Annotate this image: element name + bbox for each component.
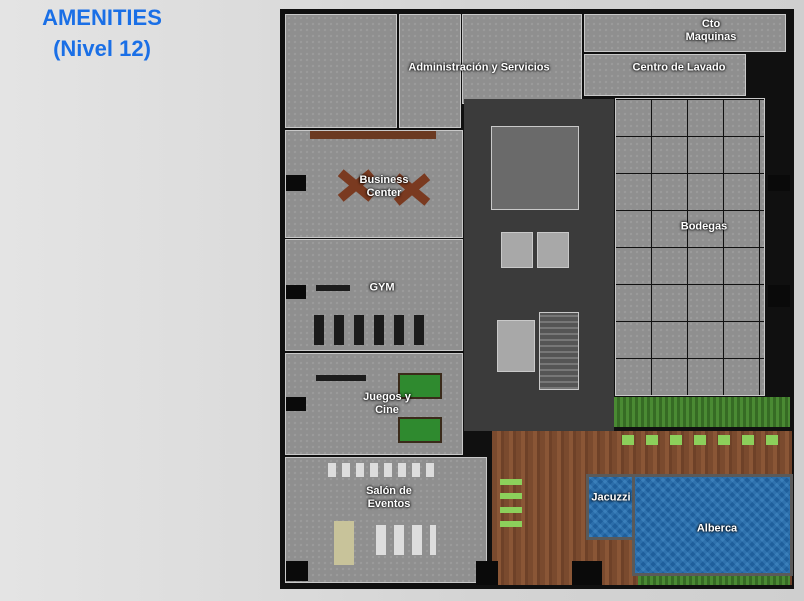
column (286, 175, 306, 191)
column (286, 397, 306, 411)
page-title: AMENITIES (42, 5, 162, 30)
column (768, 175, 790, 191)
core-restrooms (491, 126, 579, 210)
label-juegos-cine: Juegos y Cine (363, 391, 411, 416)
label-jacuzzi: Jacuzzi (591, 491, 631, 504)
room-servicios (462, 14, 582, 104)
core-stair-1 (497, 320, 535, 372)
page-subtitle: (Nivel 12) (53, 36, 151, 61)
floor-plan: Cto Maquinas Administración y Servicios … (280, 9, 794, 589)
label-gym: GYM (369, 281, 395, 294)
column (286, 285, 306, 299)
core-elevator-2 (537, 232, 569, 268)
label-centro-lavado: Centro de Lavado (632, 61, 726, 74)
room-gym-locker (285, 14, 397, 128)
label-bodegas: Bodegas (680, 220, 728, 233)
column (476, 561, 498, 585)
column (286, 561, 308, 581)
label-business-center: Business Center (359, 174, 409, 199)
column (768, 285, 790, 307)
terrace-grass-top (614, 397, 790, 427)
core-elevator-1 (501, 232, 533, 268)
label-salon-eventos: Salón de Eventos (366, 485, 412, 510)
billiard-table (398, 417, 442, 443)
label-alberca: Alberca (696, 522, 738, 535)
label-administracion: Administración y Servicios (408, 61, 550, 74)
core-stair-2 (539, 312, 579, 390)
column (572, 561, 602, 585)
label-cto-maquinas: Cto Maquinas (685, 18, 737, 43)
